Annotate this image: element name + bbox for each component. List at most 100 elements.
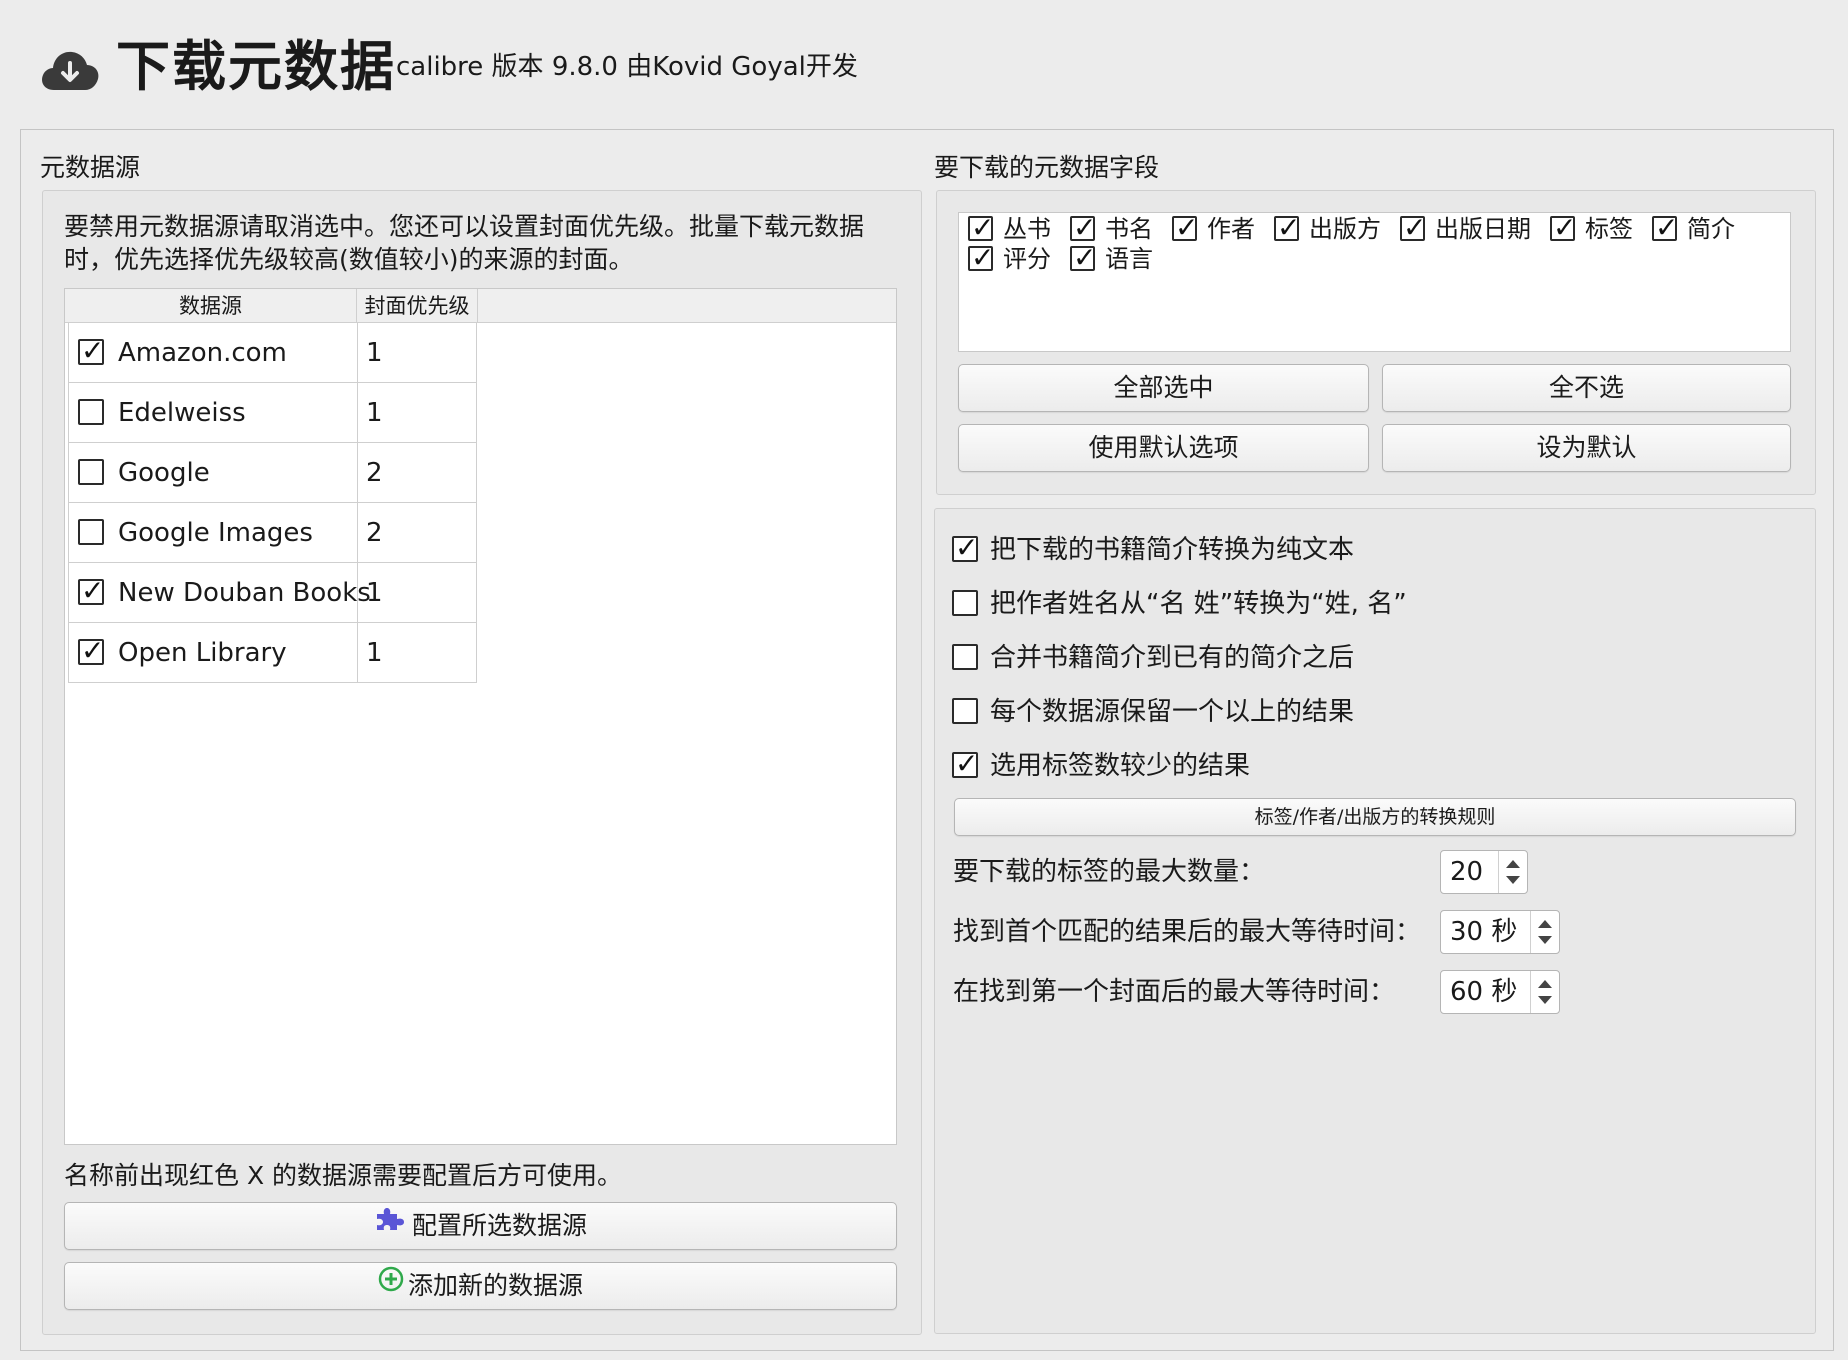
source-checkbox[interactable]	[78, 398, 104, 425]
source-name: Edelweiss	[118, 398, 246, 428]
field-languages[interactable]: 语言	[1070, 240, 1153, 276]
field-publisher[interactable]: 出版方	[1274, 210, 1381, 246]
select-all-button[interactable]: 全部选中	[958, 364, 1369, 412]
add-source-label: 添加新的数据源	[407, 1271, 583, 1300]
field-checkbox[interactable]	[1652, 210, 1678, 246]
source-checkbox[interactable]	[78, 573, 104, 609]
option-checkbox[interactable]	[952, 589, 978, 616]
wait-cover-spinbox[interactable]: 60 秒	[1440, 970, 1560, 1014]
source-name-cell[interactable]: Amazon.com	[68, 323, 358, 383]
field-label: 简介	[1687, 215, 1735, 243]
table-row[interactable]: Amazon.com 1	[68, 323, 477, 383]
table-row[interactable]: New Douban Books 1	[68, 563, 477, 623]
cover-priority-cell[interactable]: 2	[358, 503, 477, 563]
cover-priority-cell[interactable]: 1	[358, 323, 477, 383]
wait-first-label: 找到首个匹配的结果后的最大等待时间：	[953, 917, 1422, 947]
source-name: New Douban Books	[118, 578, 371, 608]
source-name: Amazon.com	[118, 338, 287, 368]
option-keep-multiple-results[interactable]: 每个数据源保留一个以上的结果	[952, 695, 1354, 729]
column-header-cover-priority[interactable]: 封面优先级	[357, 289, 478, 323]
sources-description: 要禁用元数据源请取消选中。您还可以设置封面优先级。批量下载元数据时，优先选择优先…	[64, 212, 865, 274]
add-source-button[interactable]: 添加新的数据源	[64, 1262, 897, 1310]
source-checkbox[interactable]	[78, 333, 104, 369]
cloud-download-icon	[40, 46, 100, 94]
source-name-cell[interactable]: Open Library	[68, 623, 358, 683]
wait-cover-value: 60 秒	[1450, 977, 1518, 1007]
max-tags-label: 要下载的标签的最大数量：	[953, 857, 1266, 887]
transform-rules-button[interactable]: 标签/作者/出版方的转换规则	[954, 798, 1796, 836]
table-row[interactable]: Open Library 1	[68, 623, 477, 683]
field-checkbox[interactable]	[1550, 210, 1576, 246]
spin-arrows-icon[interactable]	[1530, 911, 1559, 953]
option-checkbox[interactable]	[952, 746, 978, 782]
max-tags-spinbox[interactable]: 20	[1440, 850, 1528, 894]
option-swap-author-names[interactable]: 把作者姓名从“名 姓”转换为“姓, 名”	[952, 587, 1407, 621]
configure-source-button[interactable]: 配置所选数据源	[64, 1202, 897, 1250]
cover-priority-cell[interactable]: 1	[358, 623, 477, 683]
field-label: 丛书	[1003, 215, 1051, 243]
option-checkbox[interactable]	[952, 530, 978, 566]
table-row[interactable]: Edelweiss 1	[68, 383, 477, 443]
wait-first-value: 30 秒	[1450, 917, 1518, 947]
field-label: 出版日期	[1435, 215, 1531, 243]
source-checkbox[interactable]	[78, 633, 104, 669]
option-convert-comments[interactable]: 把下载的书籍简介转换为纯文本	[952, 530, 1355, 567]
field-checkbox[interactable]	[1172, 210, 1198, 246]
plus-circle-icon	[378, 1261, 404, 1307]
option-label: 把作者姓名从“名 姓”转换为“姓, 名”	[990, 589, 1407, 619]
column-header-filler	[478, 289, 896, 323]
source-checkbox[interactable]	[78, 458, 104, 485]
puzzle-icon	[374, 1201, 408, 1247]
field-checkbox[interactable]	[1274, 210, 1300, 246]
field-comments[interactable]: 简介	[1652, 210, 1735, 246]
option-checkbox[interactable]	[952, 643, 978, 670]
option-label: 每个数据源保留一个以上的结果	[990, 697, 1355, 727]
source-name: Google Images	[118, 518, 313, 548]
field-checkbox[interactable]	[1070, 210, 1096, 246]
select-none-button[interactable]: 全不选	[1382, 364, 1791, 412]
wait-cover-label: 在找到第一个封面后的最大等待时间：	[953, 977, 1396, 1007]
option-label: 合并书籍简介到已有的简介之后	[990, 643, 1355, 673]
field-checkbox[interactable]	[968, 240, 994, 276]
source-name-cell[interactable]: Edelweiss	[68, 383, 358, 443]
source-name: Google	[118, 458, 210, 488]
fields-section-title: 要下载的元数据字段	[934, 153, 1160, 182]
field-label: 书名	[1105, 215, 1153, 243]
cover-priority-cell[interactable]: 1	[358, 383, 477, 443]
metadata-sources-title: 元数据源	[40, 153, 141, 182]
option-label: 把下载的书籍简介转换为纯文本	[990, 535, 1355, 565]
source-name-cell[interactable]: Google	[68, 443, 358, 503]
field-checkbox[interactable]	[968, 210, 994, 246]
field-label: 标签	[1585, 215, 1633, 243]
sources-table: 数据源 封面优先级 Amazon.com 1 Edelweiss 1 Googl…	[64, 288, 897, 1145]
option-checkbox[interactable]	[952, 697, 978, 724]
table-row[interactable]: Google 2	[68, 443, 477, 503]
field-tags[interactable]: 标签	[1550, 210, 1633, 246]
option-label: 选用标签数较少的结果	[990, 751, 1251, 781]
field-label: 作者	[1207, 215, 1255, 243]
field-label: 评分	[1003, 245, 1051, 273]
field-authors[interactable]: 作者	[1172, 210, 1255, 246]
option-merge-comments[interactable]: 合并书籍简介到已有的简介之后	[952, 641, 1354, 675]
column-header-source[interactable]: 数据源	[65, 289, 357, 323]
page-title: 下载元数据	[116, 35, 396, 98]
source-name-cell[interactable]: Google Images	[68, 503, 358, 563]
option-fewer-tags[interactable]: 选用标签数较少的结果	[952, 746, 1251, 783]
cover-priority-cell[interactable]: 1	[358, 563, 477, 623]
set-default-button[interactable]: 设为默认	[1382, 424, 1791, 472]
field-label: 出版方	[1309, 215, 1381, 243]
field-rating[interactable]: 评分	[968, 240, 1051, 276]
version-subtitle: calibre 版本 9.8.0 由Kovid Goyal开发	[396, 52, 858, 82]
configure-source-label: 配置所选数据源	[411, 1211, 587, 1240]
spin-arrows-icon[interactable]	[1498, 851, 1527, 893]
spin-arrows-icon[interactable]	[1530, 971, 1559, 1013]
field-checkbox[interactable]	[1070, 240, 1096, 276]
table-row[interactable]: Google Images 2	[68, 503, 477, 563]
wait-first-spinbox[interactable]: 30 秒	[1440, 910, 1560, 954]
source-checkbox[interactable]	[78, 518, 104, 545]
source-name-cell[interactable]: New Douban Books	[68, 563, 371, 623]
field-checkbox[interactable]	[1400, 210, 1426, 246]
use-defaults-button[interactable]: 使用默认选项	[958, 424, 1369, 472]
field-pubdate[interactable]: 出版日期	[1400, 210, 1531, 246]
cover-priority-cell[interactable]: 2	[358, 443, 477, 503]
